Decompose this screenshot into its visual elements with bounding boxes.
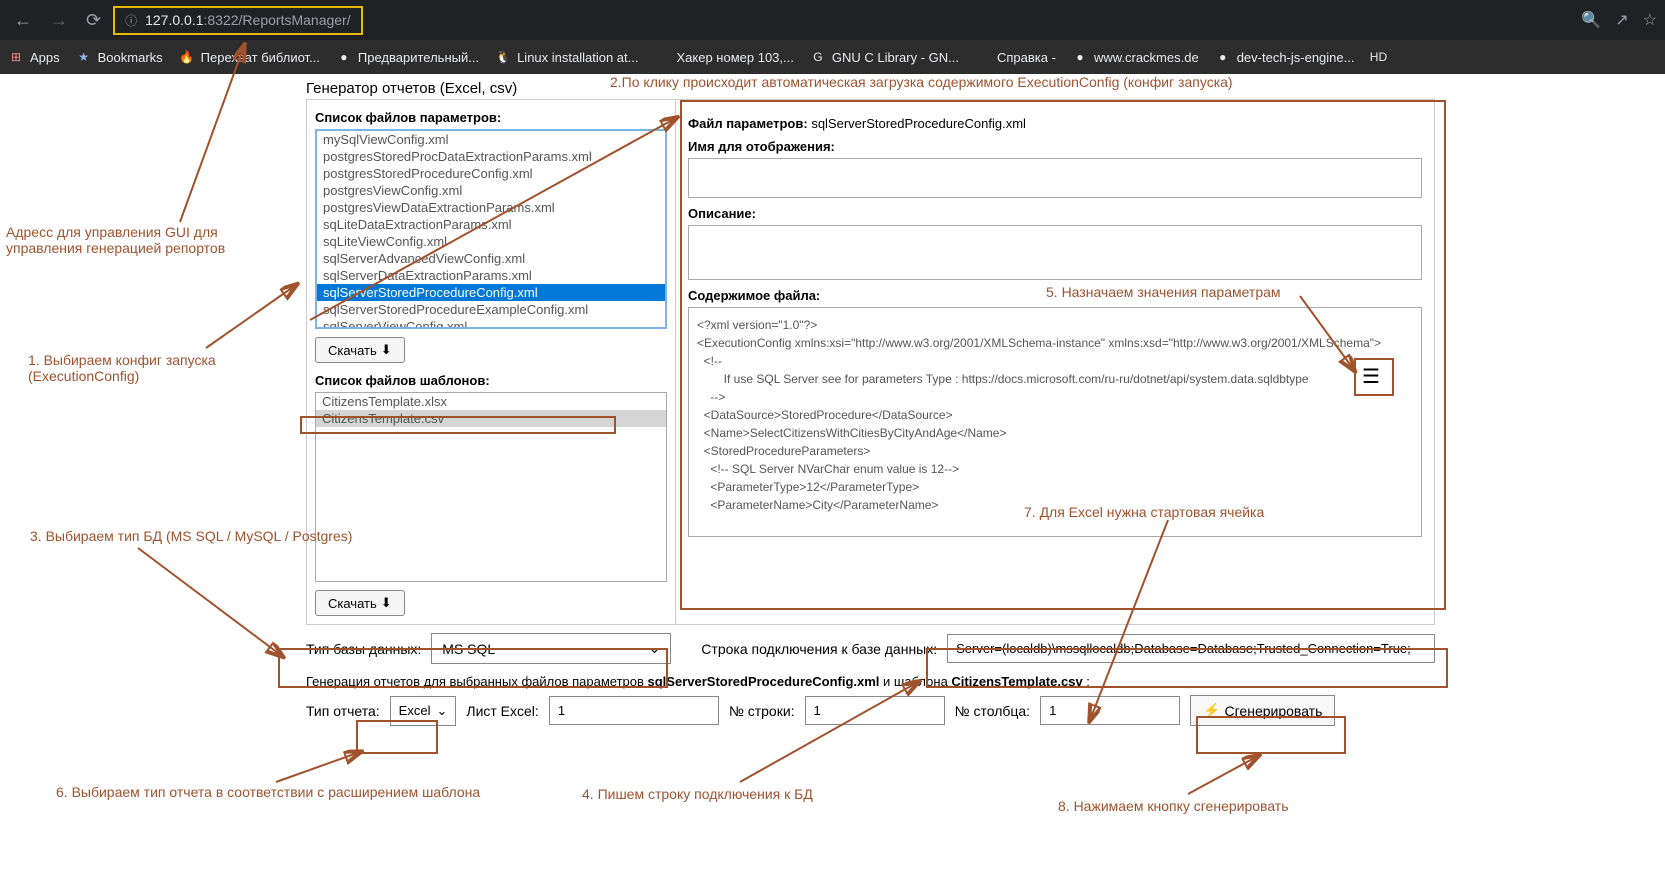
- col-label: № столбца:: [955, 703, 1031, 719]
- bookmark-item[interactable]: ● dev-tech-js-engine...: [1215, 49, 1355, 65]
- url-bar[interactable]: ⓘ 127.0.0.1:8322/ReportsManager/: [113, 6, 363, 35]
- params-list-item[interactable]: sqLiteDataExtractionParams.xml: [317, 216, 665, 233]
- bookmark-icon: [975, 49, 991, 65]
- description-input[interactable]: [688, 225, 1422, 280]
- bookmark-label: GNU C Library - GN...: [832, 50, 959, 65]
- params-list-item[interactable]: mySqlViewConfig.xml: [317, 131, 665, 148]
- template-list-item[interactable]: CitizensTemplate.csv: [316, 410, 666, 427]
- generation-summary-text: Генерация отчетов для выбранных файлов п…: [306, 674, 1435, 689]
- bookmark-label: Перехват библиот...: [201, 50, 320, 65]
- bookmark-label: dev-tech-js-engine...: [1237, 50, 1355, 65]
- browser-nav-bar: ← → ⟳ ⓘ 127.0.0.1:8322/ReportsManager/ 🔍…: [0, 0, 1665, 40]
- bookmark-icon: ●: [1215, 49, 1231, 65]
- bookmark-label: Предварительный...: [358, 50, 479, 65]
- params-list-item[interactable]: postgresViewConfig.xml: [317, 182, 665, 199]
- params-list-item[interactable]: postgresStoredProcDataExtractionParams.x…: [317, 148, 665, 165]
- bookmark-icon: [654, 49, 670, 65]
- url-text: 127.0.0.1:8322/ReportsManager/: [145, 12, 351, 28]
- row-input[interactable]: [805, 696, 945, 725]
- download-template-button[interactable]: Скачать ⬇: [315, 590, 405, 616]
- right-panel: Файл параметров: sqlServerStoredProcedur…: [676, 99, 1435, 625]
- bookmark-icon: ●: [336, 49, 352, 65]
- annotation-6: 6. Выбираем тип отчета в соответствии с …: [56, 784, 480, 800]
- conn-string-input[interactable]: [947, 634, 1435, 663]
- bookmark-label: Хакер номер 103,...: [676, 50, 793, 65]
- conn-string-label: Строка подключения к базе данных:: [701, 641, 937, 657]
- annotation-4: 4. Пишем строку подключения к БД: [582, 786, 813, 802]
- display-name-label: Имя для отображения:: [688, 139, 1422, 154]
- list-icon[interactable]: ☰: [1362, 364, 1380, 389]
- bookmark-icon: ⊞: [8, 49, 24, 65]
- download-icon: ⬇: [381, 342, 392, 358]
- bookmark-label: Bookmarks: [98, 50, 163, 65]
- bookmark-label: Linux installation at...: [517, 50, 638, 65]
- bookmark-icon: G: [810, 49, 826, 65]
- bookmark-item[interactable]: ● Предварительный...: [336, 49, 479, 65]
- download-params-button[interactable]: Скачать ⬇: [315, 337, 405, 363]
- row-label: № строки:: [729, 703, 795, 719]
- bolt-icon: ⚡: [1203, 702, 1220, 719]
- params-list-item[interactable]: sqlServerStoredProcedureConfig.xml: [317, 284, 665, 301]
- left-panel: Список файлов параметров: mySqlViewConfi…: [306, 99, 676, 625]
- db-type-label: Тип базы данных:: [306, 641, 421, 657]
- file-content-textarea[interactable]: <?xml version="1.0"?> <ExecutionConfig x…: [688, 307, 1422, 537]
- bookmark-item[interactable]: Справка -: [975, 49, 1056, 65]
- params-list-item[interactable]: sqlServerStoredProcedureExampleConfig.xm…: [317, 301, 665, 318]
- template-list-item[interactable]: CitizensTemplate.xlsx: [316, 393, 666, 410]
- display-name-input[interactable]: [688, 158, 1422, 198]
- generate-button[interactable]: ⚡Сгенерировать: [1190, 695, 1335, 726]
- params-list-item[interactable]: sqlServerViewConfig.xml: [317, 318, 665, 329]
- bookmark-icon: ●: [1072, 49, 1088, 65]
- bookmark-item[interactable]: ⊞ Apps: [8, 49, 60, 65]
- sheet-label: Лист Excel:: [466, 703, 538, 719]
- bookmark-item[interactable]: 🔥 Перехват библиот...: [179, 49, 320, 65]
- bookmark-item[interactable]: 🐧 Linux installation at...: [495, 49, 638, 65]
- db-type-select[interactable]: MS SQL⌄: [431, 633, 671, 664]
- params-list-item[interactable]: sqlServerDataExtractionParams.xml: [317, 267, 665, 284]
- share-icon[interactable]: ↗: [1615, 10, 1628, 30]
- params-list-item[interactable]: postgresViewDataExtractionParams.xml: [317, 199, 665, 216]
- sheet-input[interactable]: [549, 696, 719, 725]
- description-label: Описание:: [688, 206, 1422, 221]
- bookmark-icon: 🔥: [179, 49, 195, 65]
- params-listbox[interactable]: mySqlViewConfig.xmlpostgresStoredProcDat…: [315, 129, 667, 329]
- forward-button[interactable]: →: [44, 6, 74, 35]
- bookmark-label: Apps: [30, 50, 60, 65]
- report-type-select[interactable]: Excel⌄: [390, 696, 457, 726]
- info-icon: ⓘ: [125, 12, 137, 29]
- col-input[interactable]: [1040, 696, 1180, 725]
- page-title: Генератор отчетов (Excel, csv): [306, 80, 1655, 97]
- bookmark-icon: 🐧: [495, 49, 511, 65]
- bookmark-item[interactable]: ● www.crackmes.de: [1072, 49, 1199, 65]
- bookmark-label: www.crackmes.de: [1094, 50, 1199, 65]
- search-icon[interactable]: 🔍: [1581, 10, 1601, 30]
- params-list-item[interactable]: sqlServerAdvancedViewConfig.xml: [317, 250, 665, 267]
- bookmark-item[interactable]: Хакер номер 103,...: [654, 49, 793, 65]
- bookmark-icon: HD: [1370, 49, 1386, 65]
- params-list-item[interactable]: postgresStoredProcedureConfig.xml: [317, 165, 665, 182]
- reload-button[interactable]: ⟳: [80, 6, 107, 35]
- bookmark-item[interactable]: ★ Bookmarks: [76, 49, 163, 65]
- back-button[interactable]: ←: [8, 6, 38, 35]
- bookmark-item[interactable]: HD: [1370, 49, 1392, 65]
- templates-list-label: Список файлов шаблонов:: [315, 373, 667, 388]
- download-icon: ⬇: [381, 595, 392, 611]
- bookmark-label: Справка -: [997, 50, 1056, 65]
- star-icon[interactable]: ☆: [1643, 10, 1657, 30]
- params-list-label: Список файлов параметров:: [315, 110, 667, 125]
- annotation-8: 8. Нажимаем кнопку сгенерировать: [1058, 798, 1289, 814]
- bookmarks-bar: ⊞ Apps ★ Bookmarks 🔥 Перехват библиот... ● Пред…: [0, 40, 1665, 74]
- bookmark-item[interactable]: G GNU C Library - GN...: [810, 49, 959, 65]
- chevron-down-icon: ⌄: [649, 640, 661, 657]
- report-type-label: Тип отчета:: [306, 703, 380, 719]
- file-content-label: Содержимое файла:: [688, 288, 1422, 303]
- chevron-down-icon: ⌄: [436, 703, 447, 719]
- bookmark-icon: ★: [76, 49, 92, 65]
- templates-listbox[interactable]: CitizensTemplate.xlsxCitizensTemplate.cs…: [315, 392, 667, 582]
- params-list-item[interactable]: sqLiteViewConfig.xml: [317, 233, 665, 250]
- file-param-label: Файл параметров: sqlServerStoredProcedur…: [688, 116, 1422, 131]
